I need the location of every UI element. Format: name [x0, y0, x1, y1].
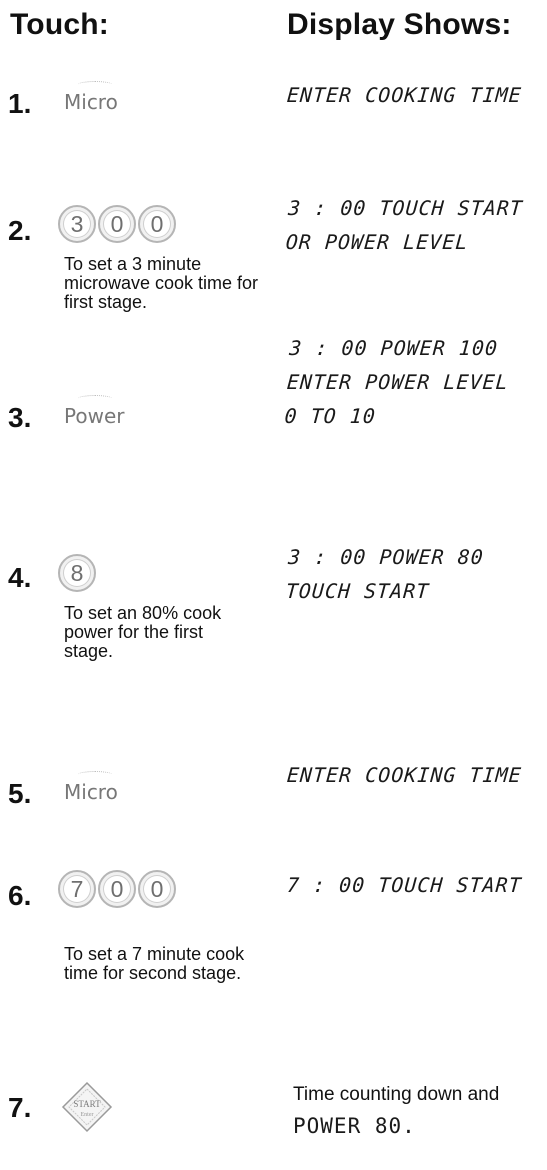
display-header: Display Shows: — [287, 8, 512, 41]
number-keypad: 8 — [58, 554, 96, 592]
step-note: To set an 80% cook power for the first s… — [64, 603, 222, 661]
display-line: ENTER COOKING TIME — [286, 83, 523, 107]
micro-key-label: Micro — [64, 90, 118, 114]
display-readout: ENTER COOKING TIME — [286, 758, 523, 792]
step-number: 6. — [8, 880, 32, 911]
power-key-label: Power — [64, 404, 125, 428]
display-readout: ENTER COOKING TIME — [286, 78, 523, 112]
display-readout: 3 : 00 POWER 100 ENTER POWER LEVEL 0 TO … — [283, 331, 512, 433]
key-highlight-icon — [78, 395, 112, 402]
step-number: 2. — [8, 215, 32, 246]
number-keypad: 7 0 0 — [58, 870, 176, 908]
display-readout: 7 : 00 TOUCH START — [286, 868, 523, 902]
key-highlight-icon — [78, 771, 112, 778]
micro-key[interactable]: Micro — [64, 81, 118, 114]
step-note: To set a 7 minute cook time for second s… — [64, 944, 245, 983]
micro-key-label: Micro — [64, 780, 118, 804]
number-key-0[interactable]: 0 — [98, 205, 136, 243]
number-key-0[interactable]: 0 — [98, 870, 136, 908]
display-note: Time counting down and — [293, 1084, 500, 1105]
number-key-8[interactable]: 8 — [58, 554, 96, 592]
display-line: 0 TO 10 — [283, 404, 377, 428]
display-readout: 3 : 00 POWER 80 TOUCH START — [285, 540, 485, 608]
display-line: TOUCH START — [284, 579, 431, 603]
power-key[interactable]: Power — [64, 395, 125, 428]
step-number: 7. — [8, 1092, 32, 1123]
number-key-3[interactable]: 3 — [58, 205, 96, 243]
start-button-icon: START Enter — [61, 1081, 113, 1133]
display-line: ENTER POWER LEVEL — [286, 370, 510, 394]
display-line: 7 : 00 TOUCH START — [286, 873, 523, 897]
number-keypad: 3 0 0 — [58, 205, 176, 243]
step-number: 1. — [8, 88, 32, 119]
key-highlight-icon — [78, 81, 112, 88]
number-key-7[interactable]: 7 — [58, 870, 96, 908]
step-note: To set a 3 minute microwave cook time fo… — [64, 254, 259, 312]
display-line: 3 : 00 TOUCH START — [287, 196, 524, 220]
touch-header: Touch: — [10, 8, 109, 41]
step-number: 5. — [8, 778, 32, 809]
display-line: 3 : 00 POWER 100 — [288, 336, 499, 360]
start-button-sublabel: Enter — [81, 1112, 94, 1118]
display-readout: 3 : 00 TOUCH START OR POWER LEVEL — [285, 191, 525, 259]
micro-key[interactable]: Micro — [64, 771, 118, 804]
display-line: ENTER COOKING TIME — [286, 763, 523, 787]
step-number: 4. — [8, 562, 32, 593]
display-line: 3 : 00 POWER 80 — [287, 545, 485, 569]
start-button-label: START — [73, 1099, 101, 1109]
number-key-0[interactable]: 0 — [138, 205, 176, 243]
number-key-0[interactable]: 0 — [138, 870, 176, 908]
step-number: 3. — [8, 402, 32, 433]
display-line: OR POWER LEVEL — [284, 230, 470, 254]
start-enter-button[interactable]: START Enter — [60, 1080, 114, 1134]
display-readout: POWER 80. — [293, 1114, 416, 1138]
